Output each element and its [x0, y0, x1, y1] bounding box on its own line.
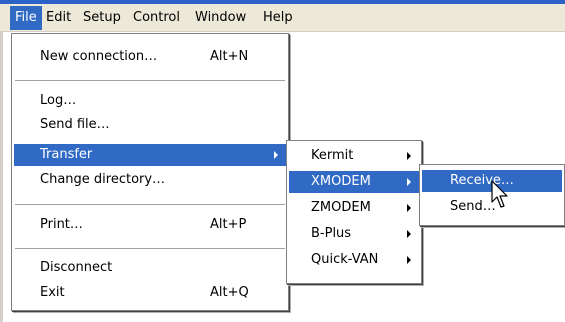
menu-item-quick-van[interactable]: Quick-VAN — [289, 249, 419, 271]
menu-item-label: Kermit — [311, 148, 354, 163]
menu-help[interactable]: Help — [258, 6, 298, 30]
menu-item-print[interactable]: Print… Alt+P — [14, 214, 286, 236]
menu-window[interactable]: Window — [190, 6, 251, 30]
submenu-arrow-icon — [407, 152, 411, 160]
menu-item-log[interactable]: Log… — [14, 90, 286, 112]
menu-item-exit[interactable]: Exit Alt+Q — [14, 282, 286, 304]
submenu-arrow-icon — [407, 230, 411, 238]
menu-item-shortcut: Alt+Q — [210, 285, 249, 300]
menu-item-disconnect[interactable]: Disconnect — [14, 257, 286, 279]
menu-item-label: ZMODEM — [311, 200, 371, 215]
menu-item-transfer[interactable]: Transfer — [14, 144, 286, 166]
menu-edit[interactable]: Edit — [41, 6, 76, 30]
menu-item-label: Quick-VAN — [311, 252, 379, 267]
submenu-arrow-icon — [407, 178, 411, 186]
menu-item-shortcut: Alt+N — [210, 49, 249, 64]
submenu-arrow-icon — [407, 256, 411, 264]
menu-item-send-file[interactable]: Send file… — [14, 114, 286, 136]
menu-item-kermit[interactable]: Kermit — [289, 145, 419, 167]
menu-separator — [15, 80, 285, 81]
menu-item-label: New connection… — [40, 49, 158, 64]
arrow-pointer-icon — [491, 180, 508, 208]
menu-item-label: Change directory… — [40, 172, 166, 187]
file-menu: New connection… Alt+N Log… Send file… Tr… — [11, 33, 289, 311]
menu-item-b-plus[interactable]: B-Plus — [289, 223, 419, 245]
submenu-arrow-icon — [274, 151, 278, 159]
menu-separator — [15, 204, 285, 205]
menu-item-zmodem[interactable]: ZMODEM — [289, 197, 419, 219]
menu-item-label: XMODEM — [311, 174, 371, 189]
menu-item-shortcut: Alt+P — [210, 217, 247, 232]
menu-item-label: Disconnect — [40, 260, 113, 275]
menu-item-change-directory[interactable]: Change directory… — [14, 169, 286, 191]
menu-item-label: B-Plus — [311, 226, 352, 241]
menu-item-label: Transfer — [40, 147, 93, 162]
menu-bar: File Edit Setup Control Window Help — [0, 4, 565, 32]
menu-item-new-connection[interactable]: New connection… Alt+N — [14, 46, 286, 68]
menu-item-label: Send… — [450, 199, 496, 214]
menu-separator — [15, 248, 285, 249]
transfer-submenu: Kermit XMODEM ZMODEM B-Plus Quick-VAN — [286, 140, 422, 284]
menu-item-xmodem[interactable]: XMODEM — [289, 171, 419, 193]
menu-item-label: Send file… — [40, 117, 110, 132]
menu-setup[interactable]: Setup — [78, 6, 126, 30]
menu-item-label: Exit — [40, 285, 65, 300]
menu-item-label: Log… — [40, 93, 77, 108]
menu-file[interactable]: File — [10, 6, 42, 30]
menu-control[interactable]: Control — [128, 6, 185, 30]
submenu-arrow-icon — [407, 204, 411, 212]
menu-item-label: Print… — [40, 217, 83, 232]
